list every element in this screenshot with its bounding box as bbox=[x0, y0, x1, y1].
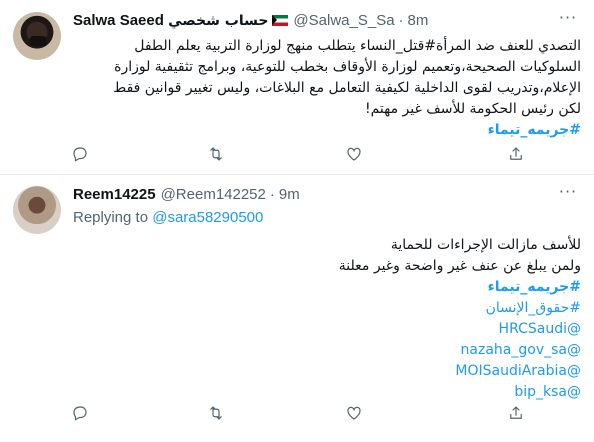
more-options-icon[interactable]: ··· bbox=[558, 10, 578, 30]
mention-link[interactable]: @HRCSaudi bbox=[73, 319, 581, 340]
retweet-icon bbox=[210, 147, 222, 161]
timestamp[interactable]: 8m bbox=[408, 12, 429, 29]
avatar-mask bbox=[30, 36, 46, 46]
hashtag-link[interactable]: #حقوق_الإنسان bbox=[73, 298, 581, 319]
tweet-line: لكن رئيس الحكومة للأسف غير مهتم! bbox=[364, 101, 581, 117]
tweet-header: Salwa Saeed حساب شخصي @Salwa_S_Sa · 8m bbox=[73, 10, 428, 30]
share-button[interactable] bbox=[506, 403, 526, 423]
share-icon bbox=[510, 147, 522, 160]
separator-dot: · bbox=[398, 11, 404, 29]
replying-to: Replying to @sara58290500 bbox=[73, 209, 263, 226]
separator-dot: · bbox=[269, 185, 275, 203]
more-options-icon[interactable]: ··· bbox=[558, 184, 578, 204]
hashtag-link[interactable]: #جريمه_تيماء bbox=[73, 277, 581, 298]
tweet-header: Reem14225 @Reem142252 · 9m bbox=[73, 184, 300, 204]
reply-button[interactable] bbox=[70, 403, 90, 423]
replying-to-link[interactable]: @sara58290500 bbox=[152, 209, 263, 226]
share-icon bbox=[510, 406, 522, 419]
tweet[interactable]: Reem14225 @Reem142252 · 9m ··· Replying … bbox=[0, 176, 594, 442]
display-name[interactable]: Reem14225 bbox=[73, 186, 156, 203]
tweet-line: الإعلام،وتدريب لقوى الداخلية لكيفية التع… bbox=[113, 80, 581, 96]
hashtag-link[interactable]: #جريمه_تيماء bbox=[73, 120, 581, 141]
share-button[interactable] bbox=[506, 144, 526, 164]
tweet-line: للأسف مازالت الإجراءات للحماية bbox=[390, 237, 581, 253]
replying-label: Replying to bbox=[73, 209, 149, 226]
tweet-actions bbox=[0, 144, 594, 164]
tweet-text: للأسف مازالت الإجراءات للحماية ولمن يبلغ… bbox=[73, 235, 581, 403]
retweet-button[interactable] bbox=[206, 144, 226, 164]
like-button[interactable] bbox=[344, 144, 364, 164]
mention-link[interactable]: @bip_ksa bbox=[73, 382, 581, 403]
like-icon bbox=[347, 147, 361, 161]
handle[interactable]: @Reem142252 bbox=[161, 186, 266, 203]
tweet-line: السلوكيات الصحيحة،وتعميم لوزارة الأوقاف … bbox=[114, 59, 581, 75]
like-icon bbox=[347, 406, 361, 420]
tweet-line: التصدي للعنف ضد المرأة#قتل_النساء يتطلب … bbox=[134, 38, 581, 54]
reply-icon bbox=[73, 147, 87, 162]
reply-button[interactable] bbox=[70, 144, 90, 164]
avatar[interactable] bbox=[13, 12, 61, 60]
kuwait-flag-icon bbox=[272, 14, 289, 26]
tweet[interactable]: Salwa Saeed حساب شخصي @Salwa_S_Sa · 8m ·… bbox=[0, 0, 594, 175]
avatar[interactable] bbox=[13, 186, 61, 234]
retweet-button[interactable] bbox=[206, 403, 226, 423]
tweet-text: التصدي للعنف ضد المرأة#قتل_النساء يتطلب … bbox=[73, 36, 581, 141]
timestamp[interactable]: 9m bbox=[279, 186, 300, 203]
retweet-icon bbox=[210, 406, 222, 420]
display-name[interactable]: Salwa Saeed حساب شخصي bbox=[73, 12, 268, 29]
mention-link[interactable]: @MOISaudiArabia bbox=[73, 361, 581, 382]
mention-link[interactable]: @nazaha_gov_sa bbox=[73, 340, 581, 361]
tweet-actions bbox=[0, 403, 594, 423]
handle[interactable]: @Salwa_S_Sa bbox=[293, 12, 394, 29]
reply-icon bbox=[73, 406, 87, 421]
like-button[interactable] bbox=[344, 403, 364, 423]
tweet-line: ولمن يبلغ عن عنف غير واضحة وغير معلنة bbox=[338, 258, 581, 274]
